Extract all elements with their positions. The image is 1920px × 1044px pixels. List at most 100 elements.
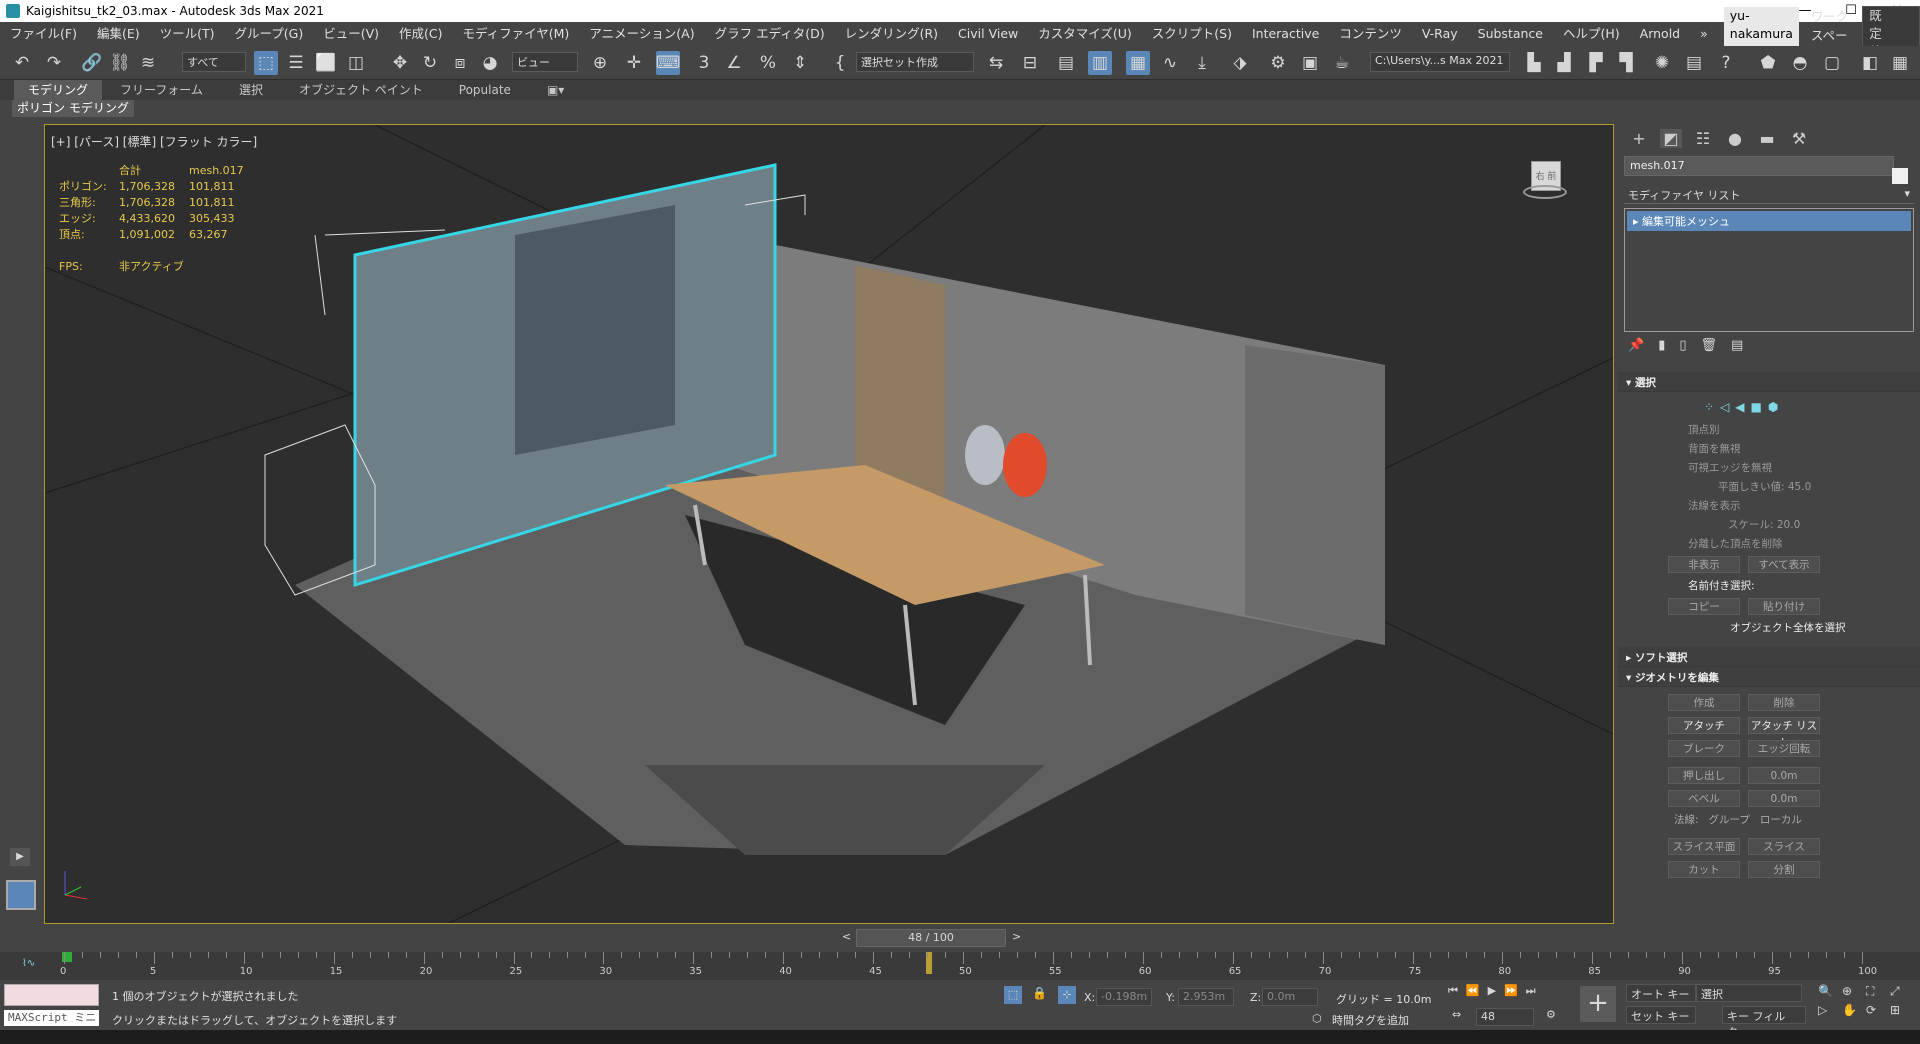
sky-icon[interactable]: ✺ <box>1650 51 1674 75</box>
viewcube[interactable]: 右 前 <box>1523 159 1567 203</box>
polygon-modeling-button[interactable]: ポリゴン モデリング <box>12 100 134 117</box>
element-level-icon[interactable]: ⬢ <box>1768 400 1778 414</box>
split-checkbox[interactable]: 分割 <box>1748 861 1820 878</box>
spinner-snap-icon[interactable]: ⇕ <box>788 51 812 75</box>
tab-freeform[interactable]: フリーフォーム <box>102 80 221 100</box>
slice-plane-button[interactable]: スライス平面 <box>1668 838 1740 855</box>
selection-filter-dropdown[interactable]: すべて <box>182 52 246 72</box>
menu-rendering[interactable]: レンダリング(R) <box>835 22 948 46</box>
orbit-icon[interactable]: ⟳ <box>1866 1003 1888 1017</box>
rendered-frame-window-icon[interactable]: ▣ <box>1298 51 1322 75</box>
pin-stack-icon[interactable]: 📌 <box>1628 338 1644 353</box>
object-name-field[interactable]: mesh.017 <box>1624 156 1894 176</box>
hierarchy-tab-icon[interactable]: ☷ <box>1692 129 1714 148</box>
time-slider[interactable]: 48 / 100 <box>856 929 1006 947</box>
isolate-selection-icon[interactable]: ⬚ <box>1004 986 1022 1004</box>
modify-tab-icon[interactable]: ◩ <box>1660 128 1682 148</box>
selection-lock-icon[interactable]: 🔒 <box>1032 986 1047 1000</box>
modifier-list-dropdown[interactable]: モディファイヤ リスト ▾ <box>1624 184 1914 204</box>
reference-coord-dropdown[interactable]: ビュー <box>512 52 578 72</box>
show-end-result-icon[interactable]: ▮ <box>1658 338 1665 353</box>
unlink-icon[interactable]: ⛓ <box>108 51 132 75</box>
show-all-button[interactable]: すべて表示 <box>1748 556 1820 573</box>
material-editor-icon[interactable]: ⬗ <box>1228 51 1252 75</box>
keyboard-shortcut-override-icon[interactable]: ⌨ <box>656 51 680 75</box>
angle-snap-icon[interactable]: ∠ <box>722 51 746 75</box>
menu-arnold[interactable]: Arnold <box>1630 22 1690 46</box>
normal-local-radio[interactable]: ローカル <box>1760 812 1802 827</box>
select-by-name-icon[interactable]: ☰ <box>284 51 308 75</box>
menu-vray[interactable]: V-Ray <box>1412 22 1468 46</box>
select-whole-object-button[interactable]: オブジェクト全体を選択 <box>1618 618 1920 641</box>
menu-view[interactable]: ビュー(V) <box>313 22 389 46</box>
curve-editor-toggle-icon[interactable]: ⌇∿ <box>22 958 35 969</box>
next-frame-icon[interactable]: ⏩ <box>1504 984 1518 998</box>
option-ignore-visible-edges[interactable]: 可視エッジを無視 <box>1618 458 1920 477</box>
panel-icon[interactable]: ▤ <box>1682 51 1706 75</box>
bevel-button[interactable]: ベベル <box>1668 790 1740 807</box>
set-key-mode-button[interactable]: セット キー <box>1626 1006 1696 1024</box>
hide-button[interactable]: 非表示 <box>1668 556 1740 573</box>
tool-a-icon[interactable]: ▙ <box>1522 51 1546 75</box>
configure-sets-icon[interactable]: ▤ <box>1731 338 1743 353</box>
cut-button[interactable]: カット <box>1668 861 1740 878</box>
named-selection-dropdown[interactable]: 選択セット作成 <box>856 52 974 72</box>
menu-graph-editors[interactable]: グラフ エディタ(D) <box>705 22 835 46</box>
tool-b-icon[interactable]: ▟ <box>1552 51 1576 75</box>
go-to-end-icon[interactable]: ⏭ <box>1526 984 1536 998</box>
scale-icon[interactable]: ⧈ <box>448 51 472 75</box>
place-icon[interactable]: ◕ <box>478 51 502 75</box>
menu-create[interactable]: 作成(C) <box>389 22 452 46</box>
remove-modifier-icon[interactable]: 🗑 <box>1701 338 1718 353</box>
project-path-dropdown[interactable]: C:\Users\y...s Max 2021 <box>1370 52 1510 72</box>
menu-overflow[interactable]: » <box>1690 22 1718 46</box>
render-icon[interactable]: ☕ <box>1330 51 1354 75</box>
normal-group-radio[interactable]: グループ <box>1709 812 1750 827</box>
rotate-icon[interactable]: ↻ <box>418 51 442 75</box>
tab-populate[interactable]: Populate <box>441 80 529 100</box>
vertex-level-icon[interactable]: ⁘ <box>1704 400 1714 414</box>
maxscript-mini-listener[interactable]: MAXScript ミニ <box>4 1010 99 1026</box>
copy-button[interactable]: コピー <box>1668 598 1740 615</box>
viewcube-ring[interactable] <box>1523 185 1567 199</box>
env-icon[interactable]: ◓ <box>1788 51 1812 75</box>
set-key-icon[interactable]: + <box>1580 986 1616 1022</box>
absolute-mode-icon[interactable]: ⊹ <box>1058 986 1076 1004</box>
extrude-button[interactable]: 押し出し <box>1668 767 1740 784</box>
menu-civil-view[interactable]: Civil View <box>948 22 1028 46</box>
time-config-arrows-icon[interactable]: ⇔ <box>1452 1008 1461 1021</box>
window-crossing-icon[interactable]: ◫ <box>344 51 368 75</box>
scene-explorer-icon[interactable]: ▤ <box>1054 51 1078 75</box>
edge-level-icon[interactable]: ◁ <box>1720 400 1729 414</box>
menu-scripting[interactable]: スクリプト(S) <box>1142 22 1242 46</box>
normal-scale-spinner[interactable]: スケール: 20.0 <box>1618 515 1920 534</box>
vray-icon[interactable]: ◧ <box>1858 51 1882 75</box>
move-icon[interactable]: ✥ <box>388 51 412 75</box>
display-tab-icon[interactable]: ▬ <box>1756 129 1778 148</box>
perspective-viewport[interactable]: [+] [パース] [標準] [フラット カラー] 合計 mesh.017 ポリ… <box>44 124 1614 924</box>
slice-button[interactable]: スライス <box>1748 838 1820 855</box>
help-icon[interactable]: ? <box>1714 51 1738 75</box>
make-unique-icon[interactable]: ▯ <box>1679 338 1686 353</box>
time-configuration-icon[interactable]: ⚙ <box>1546 1008 1556 1021</box>
paste-button[interactable]: 貼り付け <box>1748 598 1820 615</box>
maxscript-listener-output[interactable] <box>4 984 99 1006</box>
menu-interactive[interactable]: Interactive <box>1242 22 1329 46</box>
bind-space-warp-icon[interactable]: ≋ <box>136 51 160 75</box>
expand-viewport-layout-icon[interactable]: ▶ <box>10 848 30 866</box>
break-button[interactable]: ブレーク <box>1668 740 1740 757</box>
add-time-tag-button[interactable]: 時間タグを追加 <box>1332 1012 1409 1028</box>
utilities-tab-icon[interactable]: ⚒ <box>1788 129 1810 148</box>
menu-modifiers[interactable]: モディファイヤ(M) <box>453 22 580 46</box>
selection-rollout-header[interactable]: ▾ 選択 <box>1618 372 1920 392</box>
teapot-icon[interactable]: ⬟ <box>1756 51 1780 75</box>
option-by-vertex[interactable]: 頂点別 <box>1618 420 1920 439</box>
select-object-icon[interactable]: ⬚ <box>254 51 278 75</box>
menu-edit[interactable]: 編集(E) <box>87 22 150 46</box>
go-to-start-icon[interactable]: ⏮ <box>1448 984 1458 998</box>
prev-frame-icon[interactable]: < <box>842 930 851 943</box>
redo-icon[interactable]: ↷ <box>42 51 66 75</box>
expand-arrow-icon[interactable]: ▸ <box>1633 215 1642 228</box>
option-show-normals[interactable]: 法線を表示 <box>1618 496 1920 515</box>
current-frame-field[interactable]: 48 <box>1476 1008 1534 1026</box>
